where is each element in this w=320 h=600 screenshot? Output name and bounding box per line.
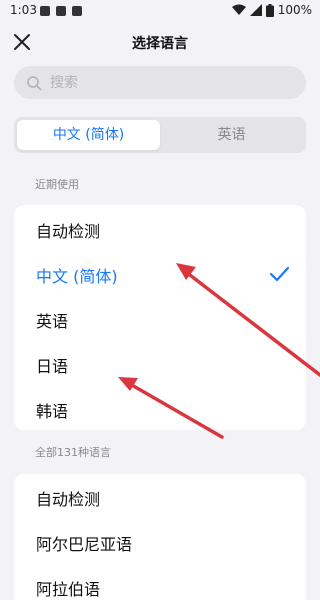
tab-english[interactable]: 英语 xyxy=(160,120,303,150)
list-item-selected[interactable]: 中文 (简体) xyxy=(36,263,118,287)
list-item[interactable]: 阿尔巴尼亚语 xyxy=(36,531,132,555)
all-section-label: 全部131种语言 xyxy=(35,446,111,459)
all-list: 自动检测 阿尔巴尼亚语 阿拉伯语 xyxy=(14,474,306,600)
list-item[interactable]: 自动检测 xyxy=(36,486,100,510)
list-item[interactable]: 英语 xyxy=(36,308,68,332)
battery-level: 100% xyxy=(277,3,312,17)
language-tabs: 中文 (简体) 英语 xyxy=(14,117,306,153)
check-icon xyxy=(269,266,290,282)
recent-list: 自动检测 中文 (简体) 英语 日语 韩语 xyxy=(14,205,306,430)
search-icon xyxy=(27,75,42,90)
wifi-icon xyxy=(231,4,246,15)
battery-icon xyxy=(265,3,274,17)
tab-chinese-simplified[interactable]: 中文 (简体) xyxy=(17,120,160,150)
header: 选择语言 xyxy=(0,24,320,62)
signal-icon xyxy=(249,4,262,16)
list-item[interactable]: 自动检测 xyxy=(36,218,100,242)
photo-icon xyxy=(56,6,66,16)
screen: 1:03 100% 选择语言 搜索 中文 (简体) 英语 近期使用 自动检测 中… xyxy=(0,0,320,600)
page-title: 选择语言 xyxy=(132,36,188,52)
search-bar[interactable] xyxy=(14,66,306,99)
status-bar: 1:03 100% xyxy=(0,0,320,24)
search-input[interactable] xyxy=(48,73,282,92)
notification-icon xyxy=(40,6,50,16)
status-time: 1:03 xyxy=(10,3,37,17)
recent-section-label: 近期使用 xyxy=(35,178,79,191)
list-item[interactable]: 阿拉伯语 xyxy=(36,576,100,600)
list-item[interactable]: 日语 xyxy=(36,353,68,377)
status-right: 100% xyxy=(231,3,312,17)
list-item[interactable]: 韩语 xyxy=(36,398,68,422)
app-icon xyxy=(72,6,82,16)
